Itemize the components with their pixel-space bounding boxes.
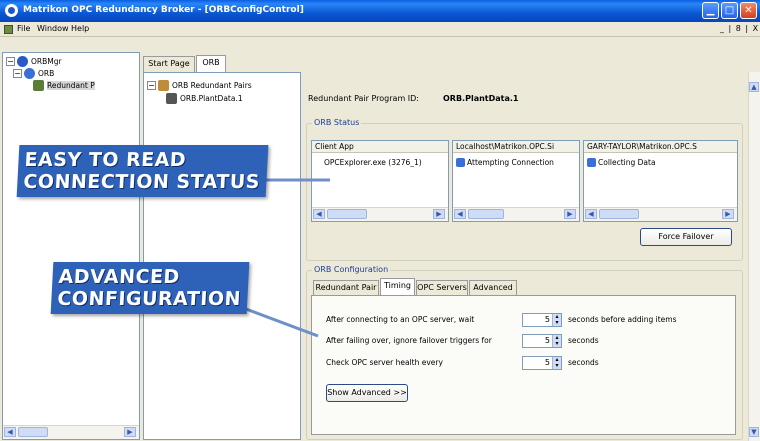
spin-arrows-icon[interactable]: ▴ ▾ (552, 357, 561, 369)
details-vscroll[interactable]: ▲ ▼ (748, 72, 760, 441)
menu-help[interactable]: Help (71, 24, 89, 33)
scroll-thumb[interactable] (18, 427, 48, 437)
status-callout-line1: EASY TO READ (24, 149, 187, 171)
config-callout-line2: CONFIGURATION (56, 288, 242, 310)
tree-expander[interactable]: − (13, 69, 22, 78)
orb-icon (24, 68, 35, 79)
scroll-thumb[interactable] (327, 209, 367, 219)
show-advanced-button[interactable]: Show Advanced >> (326, 384, 408, 402)
tree-expander[interactable]: − (147, 81, 156, 90)
left-hscroll[interactable]: ◀ ▶ (3, 425, 139, 439)
ignore-suffix: seconds (568, 336, 599, 345)
config-callout: ADVANCED CONFIGURATION (50, 262, 249, 314)
tree-item-orbmgr[interactable]: ORBMgr (31, 57, 62, 66)
app-icon (5, 4, 18, 17)
tab-timing[interactable]: Timing (380, 278, 415, 295)
scroll-thumb[interactable] (468, 209, 504, 219)
scroll-left-icon[interactable]: ◀ (454, 209, 466, 219)
scroll-right-icon[interactable]: ▶ (564, 209, 576, 219)
tree-expander[interactable]: − (6, 57, 15, 66)
pairs-tree-pane: − ORB Redundant Pairs ORB.PlantData.1 (143, 72, 301, 440)
connecting-icon (456, 158, 465, 167)
scroll-down-icon[interactable]: ▼ (749, 427, 759, 437)
minimize-button[interactable]: ▁ (702, 2, 719, 19)
maximize-button[interactable]: □ (721, 2, 738, 19)
scroll-right-icon[interactable]: ▶ (124, 427, 136, 437)
backup-server-list[interactable]: GARY-TAYLOR\Matrikon.OPC.S Collecting Da… (583, 140, 738, 222)
menu-window[interactable]: Window (37, 24, 69, 33)
program-id-label: Redundant Pair Program ID: (308, 94, 420, 103)
list-item[interactable]: OPCExplorer.exe (3276_1) (324, 158, 422, 167)
scroll-thumb[interactable] (599, 209, 639, 219)
scroll-up-icon[interactable]: ▲ (749, 82, 759, 92)
document-icon (4, 25, 13, 34)
force-failover-button[interactable]: Force Failover (640, 228, 732, 246)
list-hscroll[interactable]: ◀ ▶ (584, 207, 737, 221)
list-hscroll[interactable]: ◀ ▶ (312, 207, 448, 221)
spin-arrows-icon[interactable]: ▴ ▾ (552, 335, 561, 347)
spin-arrows-icon[interactable]: ▴ ▾ (552, 314, 561, 326)
status-group-label: ORB Status (312, 118, 362, 127)
wait-seconds-stepper[interactable]: 5 ▴ ▾ (522, 313, 562, 327)
health-seconds-value: 5 (544, 358, 550, 367)
tab-opc-servers[interactable]: OPC Servers (416, 280, 468, 295)
menu-bar: File Window Help _ | 8 | X (0, 22, 760, 37)
health-seconds-stepper[interactable]: 5 ▴ ▾ (522, 356, 562, 370)
timing-tab-panel: After connecting to an OPC server, wait … (311, 295, 736, 435)
tab-redundant-pair[interactable]: Redundant Pair (313, 280, 379, 295)
tree-item-redundant-pairs[interactable]: ORB Redundant Pairs (172, 81, 252, 90)
tree-item-orb[interactable]: ORB (38, 69, 54, 78)
ignore-seconds-value: 5 (544, 336, 550, 345)
config-group-label: ORB Configuration (312, 265, 391, 274)
primary-server-list[interactable]: Localhost\Matrikon.OPC.Si Attempting Con… (452, 140, 580, 222)
config-callout-line1: ADVANCED (58, 266, 181, 288)
manager-icon (17, 56, 28, 67)
wait-suffix: seconds before adding items (568, 315, 677, 324)
list-item[interactable]: Collecting Data (598, 158, 656, 167)
tab-orb[interactable]: ORB (196, 55, 226, 72)
scroll-right-icon[interactable]: ▶ (722, 209, 734, 219)
scroll-left-icon[interactable]: ◀ (4, 427, 16, 437)
list-item[interactable]: Attempting Connection (467, 158, 554, 167)
scroll-left-icon[interactable]: ◀ (313, 209, 325, 219)
left-tree-pane: − ORBMgr − ORB Redundant P ◀ ▶ (2, 52, 140, 440)
collecting-icon (587, 158, 596, 167)
pairs-folder-icon (158, 80, 169, 91)
details-panel: Redundant Pair Program ID: ORB.PlantData… (303, 72, 760, 441)
list-hscroll[interactable]: ◀ ▶ (453, 207, 579, 221)
wait-label: After connecting to an OPC server, wait (326, 315, 475, 324)
list-header[interactable]: Localhost\Matrikon.OPC.Si (453, 141, 579, 153)
wait-seconds-value: 5 (544, 315, 550, 324)
scroll-right-icon[interactable]: ▶ (433, 209, 445, 219)
status-callout-line2: CONNECTION STATUS (22, 171, 261, 193)
redundant-pair-icon (33, 80, 44, 91)
status-callout: EASY TO READ CONNECTION STATUS (16, 145, 268, 197)
tree-item-redundant-pair[interactable]: Redundant P (47, 81, 95, 90)
plant-data-icon (166, 93, 177, 104)
scroll-left-icon[interactable]: ◀ (585, 209, 597, 219)
client-app-list[interactable]: Client App OPCExplorer.exe (3276_1) ◀ ▶ (311, 140, 449, 222)
list-header[interactable]: Client App (312, 141, 448, 153)
tree-item-plant-data[interactable]: ORB.PlantData.1 (180, 94, 243, 103)
tab-start-page[interactable]: Start Page (143, 56, 195, 72)
tab-advanced[interactable]: Advanced (469, 280, 517, 295)
title-bar: Matrikon OPC Redundancy Broker - [ORBCon… (0, 0, 760, 22)
health-suffix: seconds (568, 358, 599, 367)
window-title: Matrikon OPC Redundancy Broker - [ORBCon… (23, 5, 304, 15)
ignore-label: After failing over, ignore failover trig… (326, 336, 492, 345)
health-label: Check OPC server health every (326, 358, 443, 367)
program-id-value: ORB.PlantData.1 (443, 94, 519, 103)
mdi-window-controls[interactable]: _ | 8 | X (720, 24, 759, 33)
ignore-seconds-stepper[interactable]: 5 ▴ ▾ (522, 334, 562, 348)
close-button[interactable]: ✕ (740, 2, 757, 19)
menu-file[interactable]: File (17, 24, 30, 33)
list-header[interactable]: GARY-TAYLOR\Matrikon.OPC.S (584, 141, 737, 153)
